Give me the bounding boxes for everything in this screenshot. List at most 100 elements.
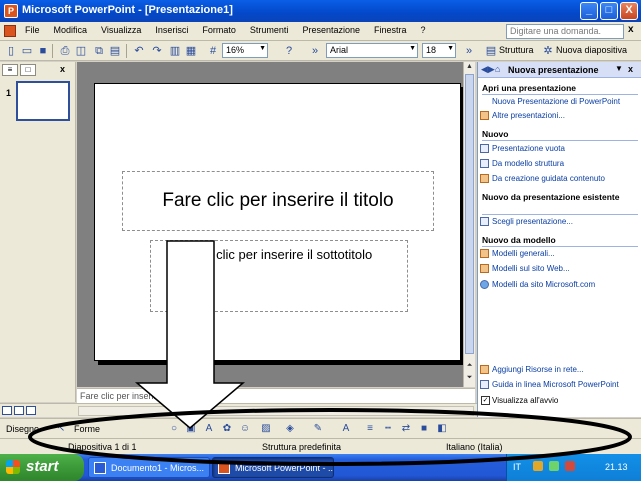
link-scegli-presentazione[interactable]: Scegli presentazione... — [480, 217, 573, 226]
tray-icon[interactable] — [565, 461, 575, 471]
slide-thumbnail[interactable] — [16, 81, 70, 121]
line-style-icon[interactable]: ≡ — [364, 423, 376, 435]
normal-view-icon[interactable] — [2, 406, 12, 415]
horizontal-scrollbar[interactable] — [78, 406, 474, 416]
vertical-scrollbar[interactable]: ▲ ⏶ ⏷ — [463, 62, 475, 387]
menu-inserisci[interactable]: Inserisci — [154, 25, 189, 35]
language-indicator[interactable]: IT — [513, 462, 521, 472]
tray-icon[interactable] — [549, 461, 559, 471]
menu-help[interactable]: ? — [420, 25, 427, 35]
more-buttons-icon[interactable]: » — [308, 44, 322, 58]
document-icon[interactable] — [4, 25, 16, 37]
start-button[interactable]: start — [0, 454, 84, 481]
textbox-icon[interactable]: ▣ — [185, 423, 197, 435]
document-close-icon[interactable]: x — [628, 24, 634, 35]
checkbox-checked-icon: ✓ — [481, 396, 490, 405]
select-pointer-icon[interactable]: ↖ — [55, 423, 67, 435]
arrow-style-icon[interactable]: ⇄ — [400, 423, 412, 435]
link-creazione-guidata[interactable]: Da creazione guidata contenuto — [480, 174, 605, 183]
link-altre-presentazioni[interactable]: Altre presentazioni... — [480, 111, 565, 120]
open-icon[interactable]: ▭ — [20, 44, 34, 58]
menu-formato[interactable]: Formato — [201, 25, 237, 35]
outline-icon[interactable]: ▤ — [484, 44, 498, 58]
new-slide-icon[interactable]: ✲ — [541, 44, 555, 58]
3d-icon[interactable]: ◧ — [436, 423, 448, 435]
slide-canvas[interactable]: Fare clic per inserire il titolo Fare cl… — [94, 83, 461, 361]
notes-area[interactable]: Fare clic per inserire le note — [77, 388, 475, 403]
close-button[interactable]: X — [620, 2, 638, 20]
save-icon[interactable]: ■ — [36, 44, 50, 58]
minimize-button[interactable]: _ — [580, 2, 598, 20]
preview-icon[interactable]: ◫ — [74, 44, 88, 58]
maximize-button[interactable]: □ — [600, 2, 618, 20]
show-at-startup-checkbox[interactable]: ✓ Visualizza all'avvio — [481, 396, 558, 405]
new-icon[interactable]: ▯ — [4, 44, 18, 58]
oval-icon[interactable]: ○ — [168, 423, 180, 435]
chevron-down-icon[interactable]: ▼ — [615, 64, 623, 73]
link-modelli-generali[interactable]: Modelli generali... — [480, 249, 555, 258]
taskbar-word[interactable]: Documento1 - Micros... — [88, 457, 210, 478]
menu-file[interactable]: File — [24, 25, 41, 35]
chart-icon[interactable]: ▥ — [168, 44, 182, 58]
print-icon[interactable]: ⎙ — [58, 44, 72, 58]
slideshow-view-icon[interactable] — [26, 406, 36, 415]
dash-style-icon[interactable]: ┅ — [382, 423, 394, 435]
copy-icon[interactable]: ⧉ — [92, 44, 106, 58]
title-placeholder[interactable]: Fare clic per inserire il titolo — [122, 171, 434, 231]
zoom-select[interactable]: 16% ▼ — [222, 43, 268, 58]
paste-icon[interactable]: ▤ — [108, 44, 122, 58]
help-icon[interactable]: ? — [282, 44, 296, 58]
grid-icon[interactable]: # — [206, 44, 220, 58]
clipart-icon[interactable]: ☺ — [239, 423, 251, 435]
scroll-up-icon[interactable]: ▲ — [465, 63, 474, 73]
back-forward-icon[interactable]: ◀▶⌂ — [481, 64, 500, 75]
close-icon[interactable]: x — [60, 64, 65, 74]
close-icon[interactable]: x — [628, 64, 633, 74]
disegno-menu[interactable]: Disegno — [6, 424, 39, 434]
taskbar-powerpoint[interactable]: Microsoft PowerPoint - ... — [212, 457, 334, 478]
window-title: Microsoft PowerPoint - [Presentazione1] — [22, 4, 233, 16]
redo-icon[interactable]: ↷ — [150, 44, 164, 58]
sorter-view-icon[interactable] — [14, 406, 24, 415]
undo-icon[interactable]: ↶ — [132, 44, 146, 58]
link-guida-in-linea[interactable]: Guida in linea Microsoft PowerPoint — [480, 380, 619, 389]
menu-modifica[interactable]: Modifica — [53, 25, 89, 35]
menu-strumenti[interactable]: Strumenti — [249, 25, 290, 35]
picture-icon[interactable]: ▨ — [260, 423, 272, 435]
menu-finestra[interactable]: Finestra — [373, 25, 408, 35]
link-modelli-web[interactable]: Modelli sul sito Web... — [480, 264, 570, 273]
scroll-thumb[interactable] — [465, 74, 474, 354]
toolbar-separator — [52, 44, 53, 58]
tab-outline[interactable]: ≡ — [2, 64, 18, 76]
help-question-input[interactable]: Digitare una domanda. — [506, 24, 624, 39]
forme-menu[interactable]: Forme — [74, 424, 100, 434]
menu-visualizza[interactable]: Visualizza — [100, 25, 142, 35]
fill-color-icon[interactable]: ◈ — [284, 423, 296, 435]
link-aggiungi-risorse[interactable]: Aggiungi Risorse in rete... — [480, 365, 584, 374]
wordart-icon[interactable]: A — [203, 423, 215, 435]
line-color-icon[interactable]: ✎ — [312, 423, 324, 435]
link-modelli-microsoft[interactable]: Modelli da sito Microsoft.com — [480, 280, 595, 289]
font-select[interactable]: Arial ▼ — [326, 43, 418, 58]
font-size-select[interactable]: 18 ▼ — [422, 43, 456, 58]
struttura-button[interactable]: Struttura — [499, 45, 534, 55]
slide-edit-area[interactable]: Fare clic per inserire il titolo Fare cl… — [77, 62, 475, 387]
shadow-icon[interactable]: ■ — [418, 423, 430, 435]
prev-slide-icon[interactable]: ⏶ — [465, 362, 474, 372]
link-presentazione-vuota[interactable]: Presentazione vuota — [480, 144, 565, 153]
diagram-icon[interactable]: ✿ — [221, 423, 233, 435]
tab-slides[interactable]: □ — [20, 64, 36, 76]
link-da-modello-struttura[interactable]: Da modello struttura — [480, 159, 564, 168]
more-buttons-icon[interactable]: » — [462, 44, 476, 58]
subtitle-placeholder[interactable]: Fare clic per inserire il sottotitolo — [150, 240, 408, 312]
powerpoint-icon[interactable]: P — [4, 4, 18, 18]
nuova-diapositiva-button[interactable]: Nuova diapositiva — [556, 45, 627, 55]
font-color-icon[interactable]: A — [340, 423, 352, 435]
tray-icon[interactable] — [533, 461, 543, 471]
link-nuova-presentazione[interactable]: Nuova Presentazione di PowerPoint — [492, 97, 620, 106]
menu-presentazione[interactable]: Presentazione — [301, 25, 361, 35]
web-templates-icon — [480, 264, 489, 273]
table-icon[interactable]: ▦ — [184, 44, 198, 58]
next-slide-icon[interactable]: ⏷ — [465, 374, 474, 384]
section-nuovo: Nuovo — [482, 129, 509, 139]
